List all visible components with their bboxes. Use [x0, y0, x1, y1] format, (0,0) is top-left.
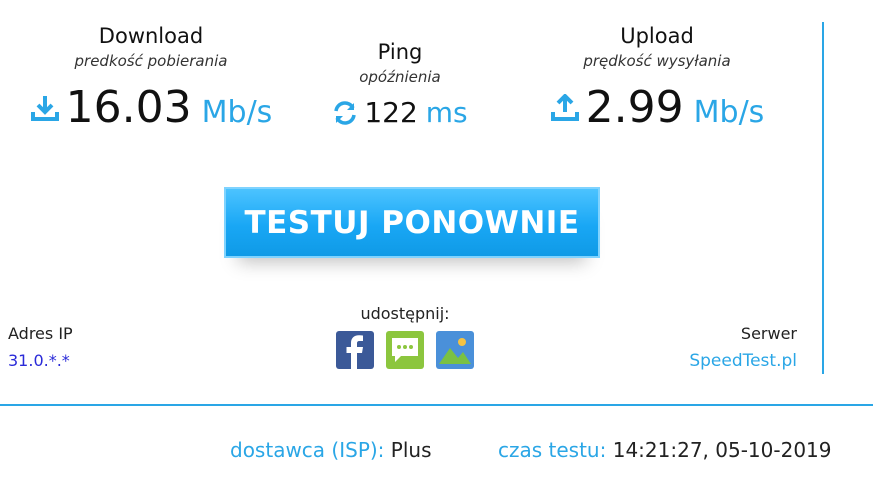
- ping-value: 122: [364, 96, 418, 129]
- test-time-info: czas testu: 14:21:27, 05-10-2019: [498, 438, 832, 462]
- share-message-button[interactable]: [386, 331, 424, 369]
- isp-value: Plus: [390, 438, 432, 462]
- message-icon: [386, 331, 424, 369]
- upload-title: Upload: [620, 24, 694, 48]
- right-divider: [822, 22, 824, 374]
- download-stat: Download predkość pobierania 16.03 Mb/s: [16, 24, 286, 133]
- facebook-icon: [336, 331, 374, 369]
- upload-value-row: 2.99 Mb/s: [522, 82, 792, 133]
- test-time-label: czas testu:: [498, 438, 607, 462]
- bottom-divider: [0, 404, 873, 406]
- ping-subtitle: opóźnienia: [359, 68, 441, 86]
- download-title: Download: [98, 24, 204, 48]
- upload-stat: Upload prędkość wysyłania 2.99 Mb/s: [522, 24, 792, 133]
- upload-subtitle: prędkość wysyłania: [583, 52, 731, 70]
- download-subtitle: predkość pobierania: [74, 52, 228, 70]
- test-time-value: 14:21:27, 05-10-2019: [612, 438, 832, 462]
- download-icon: [30, 94, 60, 122]
- download-unit: Mb/s: [201, 95, 273, 130]
- share-label: udostępnij:: [360, 304, 450, 323]
- isp-info: dostawca (ISP): Plus: [230, 438, 432, 462]
- image-icon: [436, 331, 474, 369]
- download-value: 16.03: [65, 82, 192, 133]
- share-facebook-button[interactable]: [336, 331, 374, 369]
- ping-stat: Ping opóźnienia 122 ms: [300, 40, 500, 129]
- server-link[interactable]: SpeedTest.pl: [689, 351, 797, 371]
- retest-button[interactable]: TESTUJ PONOWNIE: [224, 187, 600, 258]
- ping-unit: ms: [425, 96, 468, 129]
- ip-label: Adres IP: [8, 324, 73, 343]
- download-value-row: 16.03 Mb/s: [16, 82, 286, 133]
- server-label: Serwer: [740, 324, 797, 343]
- share-image-button[interactable]: [436, 331, 474, 369]
- isp-label: dostawca (ISP):: [230, 438, 385, 462]
- ip-value: 31.0.*.*: [8, 351, 70, 370]
- upload-icon: [550, 93, 580, 122]
- upload-value: 2.99: [585, 82, 684, 133]
- ping-title: Ping: [377, 40, 423, 64]
- refresh-icon: [332, 100, 358, 126]
- ping-value-row: 122 ms: [300, 96, 500, 129]
- upload-unit: Mb/s: [693, 95, 765, 130]
